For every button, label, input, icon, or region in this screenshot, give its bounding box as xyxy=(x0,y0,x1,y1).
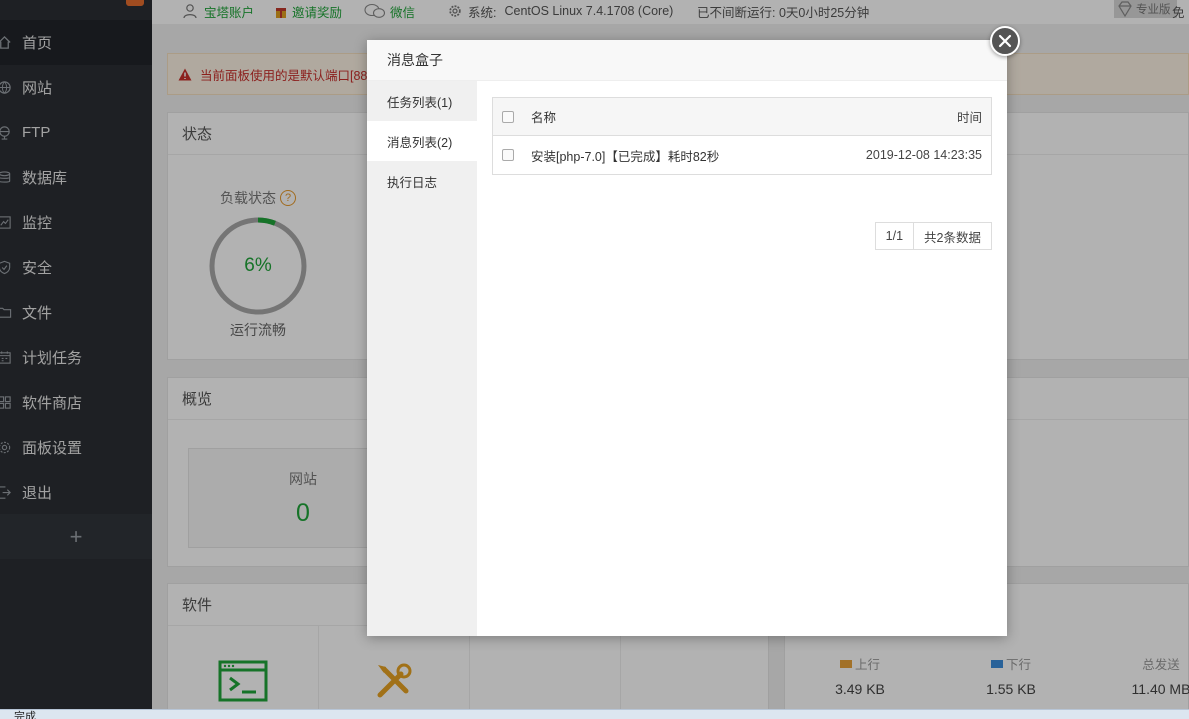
close-icon xyxy=(998,34,1012,48)
browser-status-bar: 完成 xyxy=(0,709,1189,719)
column-time-header: 时间 xyxy=(956,111,982,125)
pagination: 1/1 共2条数据 xyxy=(874,222,992,250)
table-row[interactable]: 安装[php-7.0]【已完成】耗时82秒 2019-12-08 14:23:3… xyxy=(493,136,991,174)
modal-content: 名称 时间 安装[php-7.0]【已完成】耗时82秒 2019-12-08 1… xyxy=(477,81,1007,636)
status-text: 完成 xyxy=(14,711,36,719)
page-indicator[interactable]: 1/1 xyxy=(876,223,913,249)
message-box-modal: 消息盒子 任务列表(1) 消息列表(2) 执行日志 名称 时间 安装[php-7… xyxy=(367,40,1007,636)
tab-task-list[interactable]: 任务列表(1) xyxy=(367,81,477,121)
modal-sidebar: 任务列表(1) 消息列表(2) 执行日志 xyxy=(367,81,477,636)
table-header: 名称 时间 xyxy=(493,98,991,136)
tab-execution-log[interactable]: 执行日志 xyxy=(367,161,477,201)
row-checkbox[interactable] xyxy=(502,149,514,161)
close-button[interactable] xyxy=(990,26,1020,56)
column-name-header: 名称 xyxy=(531,111,557,125)
select-all-checkbox[interactable] xyxy=(502,110,514,123)
row-time: 2019-12-08 14:23:35 xyxy=(865,148,982,162)
message-table: 名称 时间 安装[php-7.0]【已完成】耗时82秒 2019-12-08 1… xyxy=(492,97,992,175)
total-count: 共2条数据 xyxy=(913,223,991,249)
row-name: 安装[php-7.0]【已完成】耗时82秒 xyxy=(531,149,720,164)
tab-message-list[interactable]: 消息列表(2) xyxy=(367,121,477,161)
modal-title: 消息盒子 xyxy=(367,40,1007,81)
